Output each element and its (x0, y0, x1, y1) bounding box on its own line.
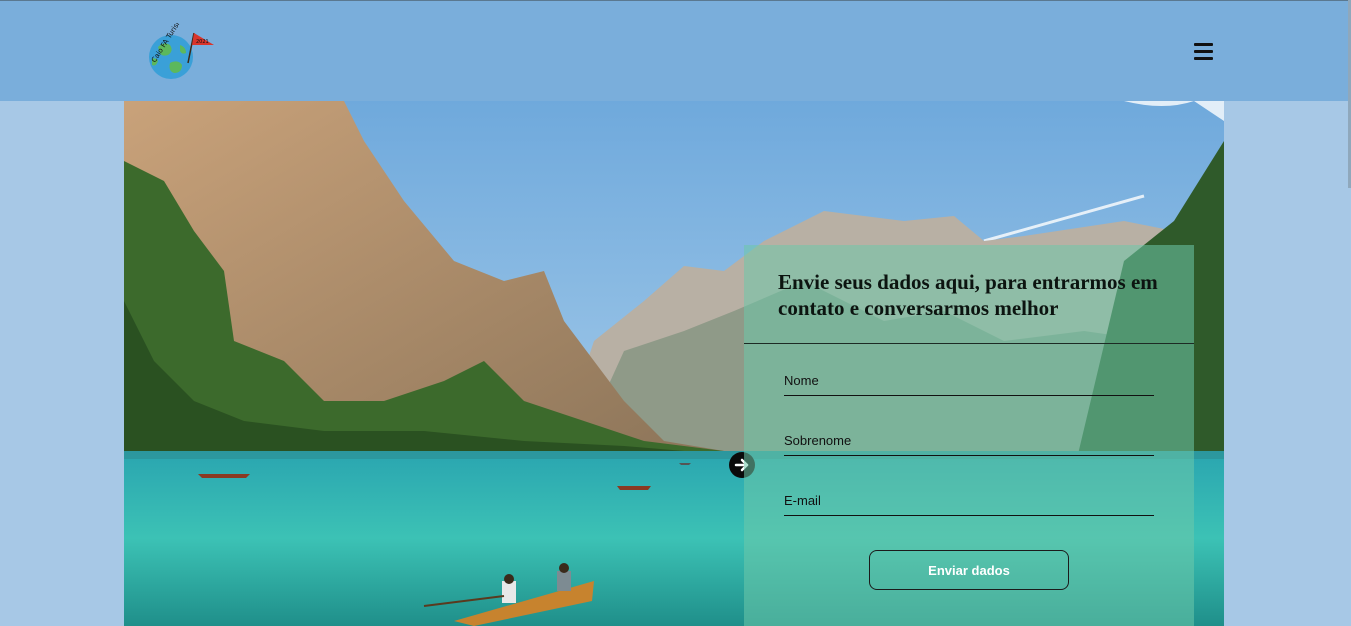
form-title: Envie seus dados aqui, para entrarmos em… (778, 270, 1158, 320)
last-name-field[interactable] (784, 426, 1154, 456)
logo-flag-text: 2021 (196, 39, 209, 45)
email-field[interactable] (784, 486, 1154, 516)
submit-button[interactable]: Enviar dados (869, 550, 1069, 590)
hamburger-menu-icon[interactable] (1190, 39, 1218, 65)
contact-form: Envie seus dados aqui, para entrarmos em… (744, 245, 1194, 626)
brand-logo[interactable]: Caio FA Turismo 2021 (140, 13, 220, 85)
form-divider (744, 343, 1194, 344)
globe-logo-icon: Caio FA Turismo 2021 (149, 13, 214, 79)
site-header: Caio FA Turismo 2021 (0, 0, 1351, 101)
first-name-field[interactable] (784, 366, 1154, 396)
